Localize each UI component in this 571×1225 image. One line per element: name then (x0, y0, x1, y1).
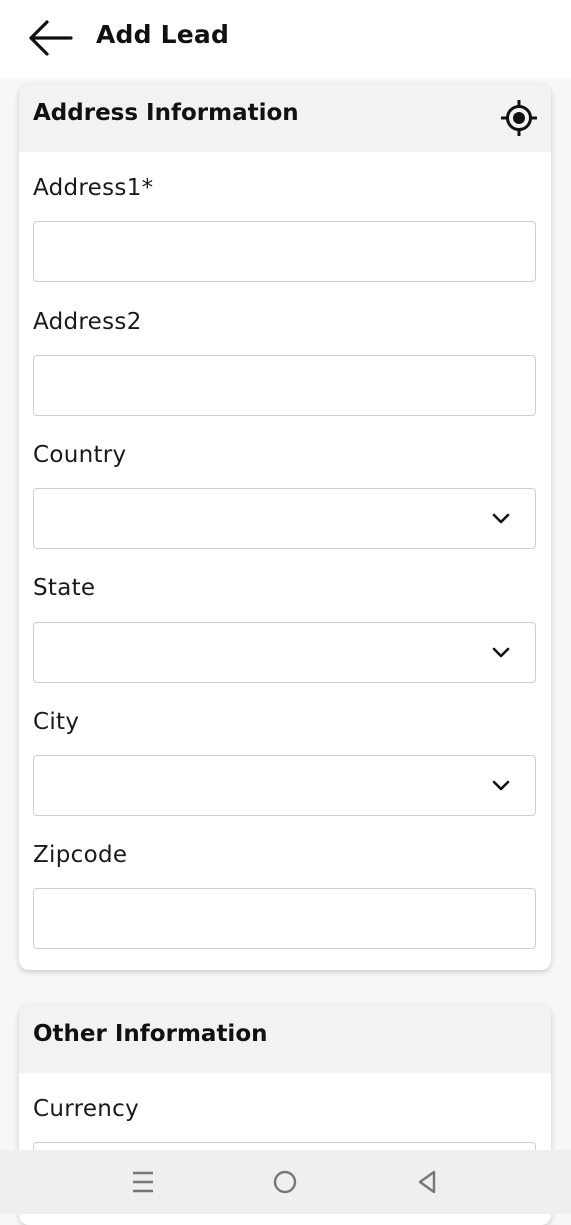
menu-lines-icon (133, 1171, 153, 1193)
system-navigation-bar (0, 1150, 571, 1214)
triangle-back-icon (418, 1170, 436, 1194)
system-back-button[interactable] (409, 1164, 445, 1200)
zipcode-label: Zipcode (33, 842, 128, 868)
app-bar: Add Lead (0, 0, 571, 78)
address2-label: Address2 (33, 309, 142, 335)
chevron-down-icon (492, 513, 510, 524)
address-section-title: Address Information (33, 100, 299, 126)
address1-input[interactable] (33, 221, 536, 282)
home-button[interactable] (267, 1164, 303, 1200)
zipcode-input[interactable] (33, 888, 536, 949)
currency-label: Currency (33, 1096, 140, 1122)
state-label: State (33, 575, 96, 601)
address-card-header: Address Information (19, 84, 551, 152)
other-card-header: Other Information (19, 1005, 551, 1073)
city-label: City (33, 709, 80, 735)
other-section-title: Other Information (33, 1021, 268, 1047)
address2-input[interactable] (33, 355, 536, 416)
country-label: Country (33, 442, 127, 468)
gps-target-icon (501, 100, 537, 136)
page-title: Add Lead (96, 20, 230, 49)
chevron-down-icon (492, 647, 510, 658)
city-select[interactable] (33, 755, 536, 816)
back-button[interactable] (24, 16, 76, 60)
locate-button[interactable] (501, 100, 537, 136)
country-select[interactable] (33, 488, 536, 549)
arrow-left-icon (29, 20, 73, 56)
address1-label: Address1* (33, 175, 154, 201)
state-select[interactable] (33, 622, 536, 683)
chevron-down-icon (492, 780, 510, 791)
recents-button[interactable] (125, 1164, 161, 1200)
address-information-card: Address Information Address1* Address2 C… (19, 84, 551, 970)
circle-home-icon (273, 1170, 297, 1194)
